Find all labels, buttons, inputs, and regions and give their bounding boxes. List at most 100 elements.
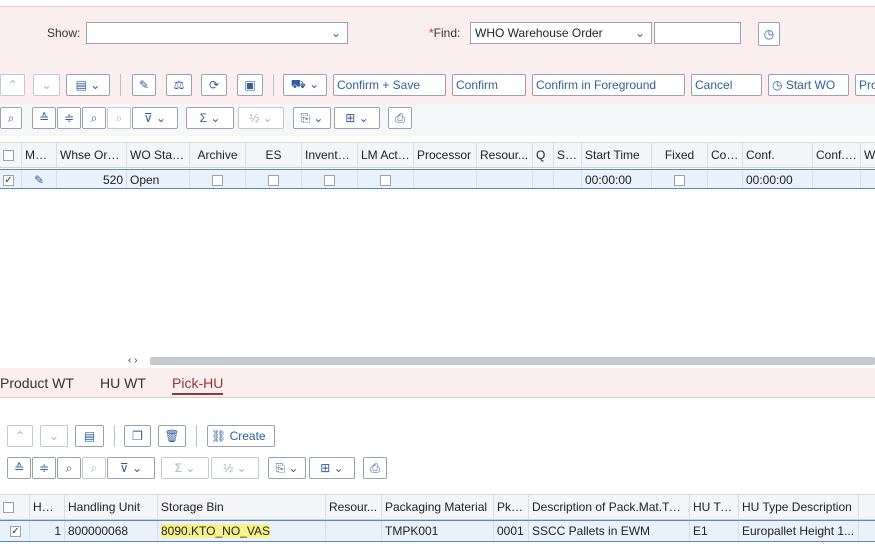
print-icon[interactable]: ⎙ [388, 107, 412, 129]
hu-grid-header: HU ... Handling Unit Storage Bin Resour.… [0, 494, 875, 520]
subtotal-icon[interactable]: ½ ⌄ [211, 457, 259, 479]
sort-ascending-icon[interactable]: ≙ [7, 457, 31, 479]
hu-number-cell: 1 [30, 521, 65, 541]
filter-bar: Show: ⌄ *Find: WHO Warehouse Order ⌄ ◷ [0, 6, 875, 66]
archive-checkbox [212, 175, 223, 187]
wo-grid-header: Mode Whse Ord... WO Status Archive ES In… [0, 142, 875, 168]
inventory-checkbox [324, 175, 335, 187]
handling-unit-cell: 800000068 [65, 521, 158, 541]
sort-ascending-icon[interactable]: ≙ [32, 107, 56, 129]
cancel-button[interactable]: Cancel [691, 74, 762, 96]
move-down-icon[interactable]: ⌄ [33, 74, 60, 96]
es-checkbox [268, 175, 279, 187]
search-icon[interactable]: ⌕ [82, 107, 106, 129]
confirm-foreground-button[interactable]: Confirm in Foreground [532, 74, 685, 96]
hu-type-description-cell: Europallet Height 1... [739, 521, 859, 541]
filter-icon[interactable]: ⊽ ⌄ [107, 457, 155, 479]
col-handling-unit[interactable]: Handling Unit [65, 495, 158, 519]
show-select[interactable]: ⌄ [86, 22, 348, 44]
col-lm-active[interactable]: LM Active [358, 143, 414, 167]
subtotal-icon[interactable]: ½ ⌄ [238, 107, 284, 129]
col-archive[interactable]: Archive [190, 143, 246, 167]
col-processor[interactable]: Processor [414, 143, 477, 167]
scroll-arrows[interactable]: ‹ › [128, 355, 137, 366]
horizontal-scrollbar[interactable] [150, 357, 875, 365]
layout-icon[interactable]: ⊞ ⌄ [309, 457, 355, 479]
print-icon[interactable]: ⎙ [363, 457, 387, 479]
tab-pick-hu[interactable]: Pick-HU [172, 375, 224, 395]
col-storage-bin[interactable]: Storage Bin [158, 495, 326, 519]
export-icon[interactable]: ⎘ ⌄ [268, 457, 306, 479]
wo-status-cell: Open [127, 170, 190, 188]
move-up-icon[interactable]: ⌃ [7, 425, 33, 447]
col-hu-type-description[interactable]: HU Type Description [739, 495, 859, 519]
description-cell: SSCC Pallets in EWM [529, 521, 690, 541]
col-inventory[interactable]: Inventory [302, 143, 358, 167]
delete-icon[interactable]: 🗑 [158, 425, 186, 447]
layout-icon[interactable]: ⊞ ⌄ [334, 107, 380, 129]
tab-product-wt[interactable]: Product WT [0, 375, 74, 391]
edit-mode-icon[interactable]: ✎ [22, 170, 57, 188]
select-all-checkbox[interactable] [3, 150, 14, 162]
find-label: Find: [433, 26, 461, 40]
col-conf-time[interactable]: Conf. [743, 143, 813, 167]
col-packaging-material[interactable]: Packaging Material [382, 495, 494, 519]
find-input[interactable] [654, 22, 741, 44]
export-icon[interactable]: ⎘ ⌄ [293, 107, 331, 129]
search-next-icon[interactable]: ⌕ [82, 457, 106, 479]
conf-time-cell: 00:00:00 [743, 170, 813, 188]
tab-hu-wt[interactable]: HU WT [100, 375, 146, 391]
sum-icon[interactable]: Σ ⌄ [186, 107, 234, 129]
table-row[interactable]: 1 800000068 8090.KTO_NO_VAS TMPK001 0001… [0, 520, 875, 542]
filter-icon[interactable]: ⊽ ⌄ [132, 107, 178, 129]
col-resource[interactable]: Resour... [477, 143, 533, 167]
start-wo-button[interactable]: ◷ Start WO [768, 74, 849, 96]
balance-icon[interactable]: ⚖ [166, 74, 192, 96]
refresh-icon[interactable]: ⟳ [201, 74, 227, 96]
table-row[interactable]: ✎ 520 Open 00:00:00 00:00:00 [0, 169, 875, 189]
layout-menu-button[interactable]: ▤ ⌄ [66, 74, 110, 96]
col-conf-by[interactable]: Conf. by [813, 143, 861, 167]
col-start-time[interactable]: Start Time [582, 143, 652, 167]
save-icon[interactable]: ▣ [237, 74, 263, 96]
sort-descending-icon[interactable]: ≑ [57, 107, 81, 129]
move-down-icon[interactable]: ⌄ [40, 425, 68, 447]
row-checkbox[interactable] [3, 175, 14, 187]
col-es[interactable]: ES [246, 143, 302, 167]
col-description[interactable]: Description of Pack.Mat.Type [529, 495, 690, 519]
storage-bin-cell[interactable]: 8090.KTO_NO_VAS [161, 524, 270, 538]
col-st[interactable]: St... [554, 143, 582, 167]
details-icon[interactable]: ▤ [75, 425, 104, 447]
pro-button[interactable]: Pro [855, 74, 875, 96]
packaging-material-cell: TMPK001 [382, 521, 494, 541]
col-pkm[interactable]: PkM... [494, 495, 529, 519]
confirm-save-button[interactable]: Confirm + Save [333, 74, 446, 96]
confirm-button[interactable]: Confirm [452, 74, 526, 96]
col-conf[interactable]: Conf. [708, 143, 743, 167]
col-q[interactable]: Q [533, 143, 554, 167]
col-whse-order[interactable]: Whse Ord... [57, 143, 127, 167]
zoom-icon[interactable]: ⌕ [0, 107, 22, 129]
col-w[interactable]: W [861, 143, 875, 167]
col-wo-status[interactable]: WO Status [127, 143, 190, 167]
history-icon[interactable]: ◷ [758, 22, 780, 46]
col-mode[interactable]: Mode [22, 143, 57, 167]
search-next-icon[interactable]: ⌕ [107, 107, 131, 129]
copy-icon[interactable]: ❐ [124, 425, 151, 447]
row-checkbox[interactable] [10, 526, 21, 538]
resource-cell [326, 521, 382, 541]
col-hu[interactable]: HU ... [30, 495, 65, 519]
move-up-icon[interactable]: ⌃ [0, 74, 25, 96]
select-all-checkbox[interactable] [3, 502, 14, 514]
col-hu-type[interactable]: HU Ty... [690, 495, 739, 519]
search-icon[interactable]: ⌕ [57, 457, 81, 479]
sort-descending-icon[interactable]: ≑ [32, 457, 56, 479]
sum-icon[interactable]: Σ ⌄ [161, 457, 209, 479]
edit-icon[interactable]: ✎ [132, 74, 156, 96]
col-resource[interactable]: Resour... [326, 495, 382, 519]
vehicle-menu-button[interactable]: ⛟ ⌄ [283, 74, 327, 96]
whse-order-cell: 520 [57, 170, 127, 188]
col-fixed[interactable]: Fixed [652, 143, 708, 167]
find-select[interactable]: WHO Warehouse Order ⌄ [470, 22, 652, 44]
create-button[interactable]: ⛓ Create [207, 425, 275, 447]
